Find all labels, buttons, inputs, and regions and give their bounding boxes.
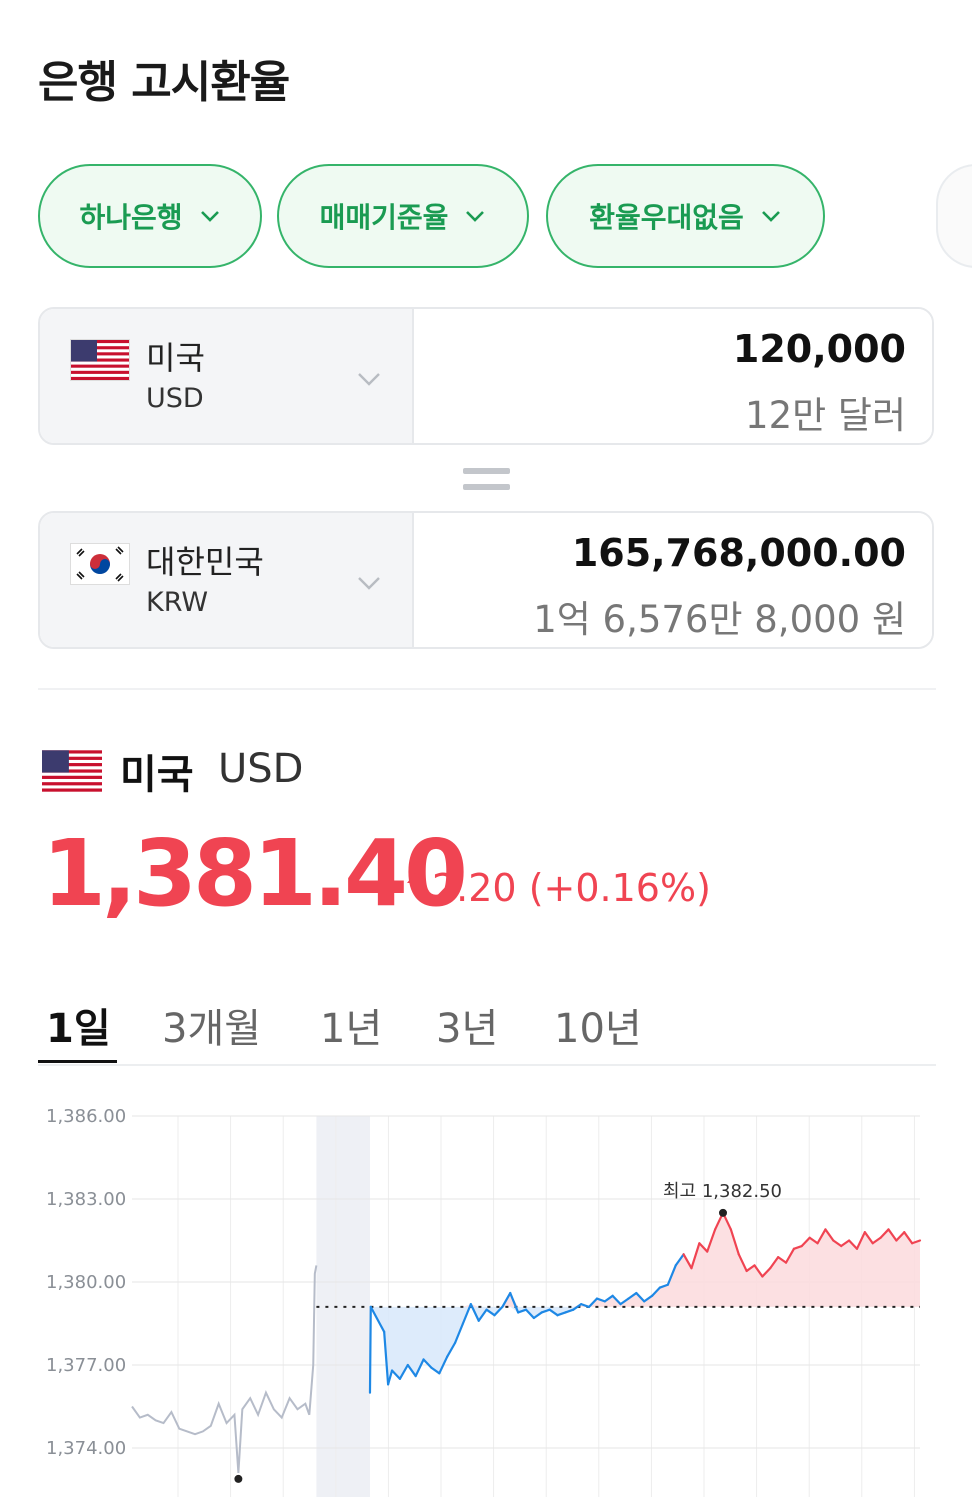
from-amount-korean: 12만 달러: [745, 394, 906, 437]
chevron-down-icon: [200, 211, 219, 222]
bank-select-chip[interactable]: 하나은행: [38, 164, 262, 268]
y-tick-label: 1,377.00: [46, 1355, 126, 1376]
active-tab-indicator: [38, 1060, 117, 1063]
summary-country: 미국: [120, 752, 194, 798]
tab-3months[interactable]: 3개월: [162, 996, 261, 1054]
from-amount-field[interactable]: 120,000 12만 달러: [414, 309, 932, 443]
low-point-marker: [234, 1474, 243, 1483]
chip-label: 하나은행: [79, 201, 183, 234]
caret-up-icon: [407, 873, 423, 883]
y-tick-label: 1,380.00: [46, 1272, 126, 1293]
chevron-down-icon: [761, 211, 780, 222]
equals-icon: [463, 468, 510, 490]
next-chip-edge[interactable]: [936, 164, 972, 268]
tab-1year[interactable]: 1년: [320, 996, 382, 1054]
to-amount-field[interactable]: 165,768,000.00 1억 6,576만 8,000 원: [414, 513, 932, 647]
to-amount-korean: 1억 6,576만 8,000 원: [533, 598, 906, 641]
period-tabs: 1일 3개월 1년 3년 10년: [38, 992, 936, 1066]
from-currency-code: USD: [146, 383, 204, 414]
chip-label: 환율우대없음: [589, 201, 744, 234]
from-currency-row: 미국 USD 120,000 12만 달러: [38, 307, 934, 445]
max-point-marker: [719, 1208, 727, 1217]
above-baseline-area: [369, 1212, 920, 1307]
us-flag-icon: [70, 339, 130, 381]
tab-1day[interactable]: 1일: [46, 996, 111, 1054]
from-currency-select[interactable]: 미국 USD: [40, 309, 414, 443]
chevron-down-icon: [358, 373, 380, 386]
rate-change: 2.20 (+0.16%): [432, 866, 711, 910]
to-country-name: 대한민국: [146, 543, 264, 581]
current-rate: 1,381.40: [42, 820, 468, 927]
from-amount: 120,000: [732, 327, 906, 371]
discount-chip[interactable]: 환율우대없음: [546, 164, 825, 268]
to-amount: 165,768,000.00: [571, 531, 906, 575]
y-tick-label: 1,383.00: [46, 1189, 126, 1210]
divider: [38, 688, 936, 690]
to-currency-select[interactable]: 대한민국 KRW: [40, 513, 414, 647]
below-baseline-area: [369, 1306, 920, 1393]
tab-10years[interactable]: 10년: [554, 996, 642, 1054]
rate-type-chip[interactable]: 매매기준율: [277, 164, 529, 268]
y-tick-label: 1,386.00: [46, 1106, 126, 1127]
to-currency-code: KRW: [146, 587, 209, 618]
exchange-rate-chart[interactable]: 1,386.00 1,383.00 1,380.00 1,377.00 1,374.00…: [0, 1090, 972, 1497]
page-title: 은행 고시환율: [38, 57, 290, 108]
chip-label: 매매기준율: [319, 201, 449, 234]
summary-currency-code: USD: [218, 746, 304, 792]
us-flag-icon: [42, 750, 102, 792]
chevron-down-icon: [466, 211, 485, 222]
kr-flag-icon: [70, 543, 130, 585]
from-country-name: 미국: [146, 339, 205, 377]
max-label: 최고 1,382.50: [663, 1181, 782, 1202]
y-tick-label: 1,374.00: [46, 1438, 126, 1459]
previous-session-line: [131, 1265, 318, 1473]
tab-3years[interactable]: 3년: [436, 996, 498, 1054]
to-currency-row: 대한민국 KRW 165,768,000.00 1억 6,576만 8,000 …: [38, 511, 934, 649]
chevron-down-icon: [358, 577, 380, 590]
today-line-segment: [368, 1305, 372, 1394]
